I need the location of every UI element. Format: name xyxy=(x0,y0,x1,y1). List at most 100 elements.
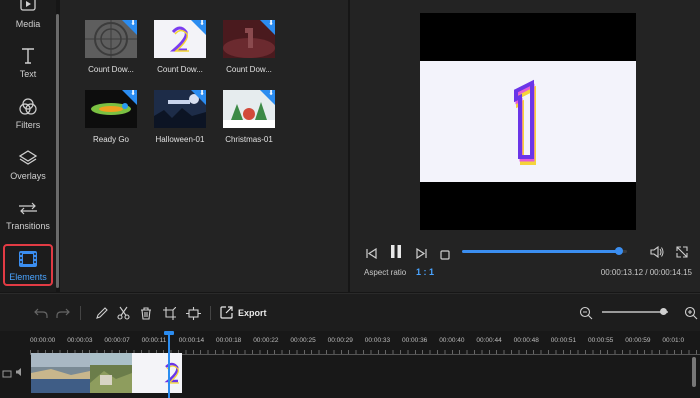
detach-icon[interactable] xyxy=(184,304,202,322)
text-icon xyxy=(17,46,39,66)
element-tile[interactable]: ⬇ Christmas-01 xyxy=(216,90,282,144)
redo-icon[interactable] xyxy=(54,304,72,322)
element-tile[interactable]: ⬇ Halloween-01 xyxy=(147,90,213,144)
sidebar-item-label: Transitions xyxy=(6,221,50,231)
timeline[interactable]: 00:00:00 00:00:03 00:00:07 00:00:11 00:00:14… xyxy=(0,331,700,398)
prev-frame-icon[interactable] xyxy=(366,246,377,264)
next-frame-icon[interactable] xyxy=(416,246,427,264)
aspect-ratio-label: Aspect ratio xyxy=(364,268,407,277)
export-button[interactable]: Export xyxy=(220,304,267,322)
delete-trash-icon[interactable] xyxy=(137,304,155,322)
ruler-tick-label: 00:00:25 xyxy=(290,337,316,344)
ruler-tick-label: 00:00:59 xyxy=(625,337,651,344)
element-label: Count Dow... xyxy=(157,65,203,74)
ruler-tick-label: 00:00:44 xyxy=(476,337,502,344)
ruler-tick-label: 00:00:11 xyxy=(141,337,167,344)
ruler-tick-label: 00:00:29 xyxy=(327,337,353,344)
progress-fill xyxy=(462,250,619,253)
zoom-slider-handle[interactable] xyxy=(659,308,667,315)
download-icon[interactable]: ⬇ xyxy=(268,20,274,28)
element-thumbnail: ⬇ xyxy=(85,90,137,128)
elements-panel: ⬇ Count Dow... ⬇ Count Dow... ⬇ Count Do… xyxy=(60,0,348,292)
progress-handle[interactable] xyxy=(614,247,623,255)
export-icon xyxy=(220,305,233,321)
element-label: Ready Go xyxy=(92,135,130,144)
sidebar-item-media[interactable]: Media xyxy=(0,0,56,42)
ruler-tick-label: 00:00:03 xyxy=(67,337,93,344)
track-visibility-icon[interactable] xyxy=(2,369,12,381)
volume-icon[interactable] xyxy=(650,245,664,263)
playback-progress-bar[interactable] xyxy=(462,247,627,255)
undo-icon[interactable] xyxy=(32,304,50,322)
preview-panel: Aspect ratio 1 : 1 00:00:13.12 / 00:00:1… xyxy=(350,0,700,292)
split-scissors-icon[interactable] xyxy=(114,304,132,322)
download-icon[interactable]: ⬇ xyxy=(130,90,136,98)
element-tile[interactable]: ⬇ Count Dow... xyxy=(147,20,213,74)
countdown-number-graphic xyxy=(514,79,536,165)
ruler-tick-label: 00:00:48 xyxy=(513,337,539,344)
element-label: Halloween-01 xyxy=(155,135,205,144)
edit-pencil-icon[interactable] xyxy=(92,304,110,322)
sidebar-item-overlays[interactable]: Overlays xyxy=(0,148,56,194)
timeline-zoom-slider[interactable] xyxy=(602,308,668,315)
stop-icon[interactable] xyxy=(440,247,450,265)
element-thumbnail: ⬇ xyxy=(223,20,275,58)
transitions-icon xyxy=(17,198,39,218)
video-preview[interactable] xyxy=(420,13,636,230)
download-icon[interactable]: ⬇ xyxy=(268,90,274,98)
sidebar: Media Text Filters Overlays Transitions … xyxy=(0,0,56,292)
zoom-in-icon[interactable] xyxy=(682,304,700,322)
sidebar-item-text[interactable]: Text xyxy=(0,46,56,92)
sidebar-item-label: Media xyxy=(15,19,41,29)
timeline-scrollbar[interactable] xyxy=(692,357,696,387)
elements-icon xyxy=(17,249,39,269)
element-label: Christmas-01 xyxy=(225,135,273,144)
toolbar-divider xyxy=(80,306,81,320)
sidebar-item-label: Elements xyxy=(9,272,47,282)
preview-frame xyxy=(420,61,636,182)
time-display: 00:00:13.12 / 00:00:14.15 xyxy=(600,268,692,277)
fullscreen-icon[interactable] xyxy=(676,245,688,263)
timeline-clip[interactable] xyxy=(90,353,132,393)
edit-toolbar: Export xyxy=(0,293,700,331)
sidebar-item-transitions[interactable]: Transitions xyxy=(0,198,56,244)
element-thumbnail: ⬇ xyxy=(223,90,275,128)
ruler-tick-label: 00:00:18 xyxy=(216,337,242,344)
element-thumbnail: ⬇ xyxy=(154,90,206,128)
overlays-icon xyxy=(17,148,39,168)
download-icon[interactable]: ⬇ xyxy=(199,90,205,98)
aspect-ratio-value[interactable]: 1 : 1 xyxy=(416,267,434,277)
playhead[interactable] xyxy=(168,331,170,398)
download-icon[interactable]: ⬇ xyxy=(199,20,205,28)
ruler-tick-label: 00:00:22 xyxy=(253,337,279,344)
ruler-tick-label: 00:00:14 xyxy=(178,337,205,344)
crop-icon[interactable] xyxy=(160,304,178,322)
toolbar-divider xyxy=(210,306,211,320)
filters-icon xyxy=(17,97,39,117)
pause-icon[interactable] xyxy=(390,245,402,263)
track-audio-icon[interactable] xyxy=(15,367,25,379)
ruler-tick-label: 00:00:40 xyxy=(439,337,465,344)
export-label: Export xyxy=(238,308,267,318)
element-thumbnail: ⬇ xyxy=(85,20,137,58)
element-tile[interactable]: ⬇ Count Dow... xyxy=(78,20,144,74)
zoom-out-icon[interactable] xyxy=(577,304,595,322)
sidebar-scrollbar[interactable] xyxy=(56,14,59,288)
ruler-tick-label: 00:00:36 xyxy=(402,337,428,344)
element-label: Count Dow... xyxy=(88,65,134,74)
sidebar-item-label: Filters xyxy=(15,120,41,130)
sidebar-item-label: Text xyxy=(19,69,37,79)
element-thumbnail: ⬇ xyxy=(154,20,206,58)
ruler-tick-label: 00:01:0 xyxy=(662,337,685,344)
timeline-clip[interactable] xyxy=(31,353,90,393)
element-label: Count Dow... xyxy=(226,65,272,74)
element-tile[interactable]: ⬇ Ready Go xyxy=(78,90,144,144)
download-icon[interactable]: ⬇ xyxy=(130,20,136,28)
sidebar-item-filters[interactable]: Filters xyxy=(0,97,56,143)
ruler-tick-label: 00:00:55 xyxy=(588,337,614,344)
sidebar-item-label: Overlays xyxy=(10,171,46,181)
sidebar-item-elements[interactable]: Elements xyxy=(3,244,53,286)
ruler-tick-label: 00:00:51 xyxy=(550,337,577,344)
element-tile[interactable]: ⬇ Count Dow... xyxy=(216,20,282,74)
timeline-clip-active[interactable] xyxy=(132,353,182,393)
